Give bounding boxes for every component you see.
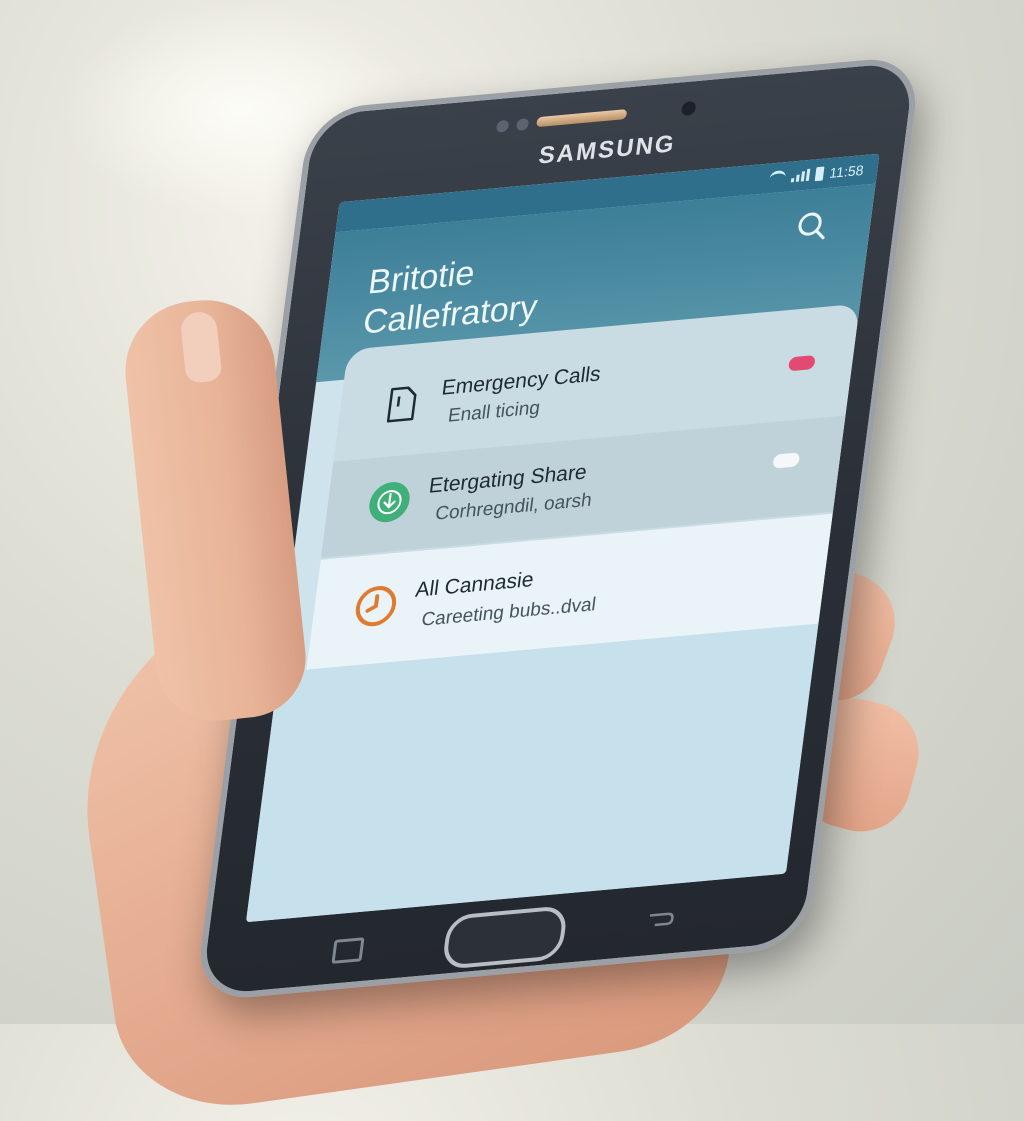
search-button[interactable] (793, 207, 831, 244)
list-item-title: All Cannasie (414, 568, 535, 602)
list-item-subtitle: Careeting bubs..dval (420, 594, 598, 631)
download-circle-icon (369, 482, 410, 523)
sensor-icon (495, 119, 510, 133)
wifi-icon (768, 169, 787, 186)
phone-screen: 11:58 Britotie Callefratory Emergency Ca… (245, 153, 880, 923)
list-item-subtitle: Enall ticing (446, 397, 542, 427)
phone-body: SAMSUNG 11:58 Britotie Callefratory Emer… (194, 54, 923, 1003)
back-icon[interactable] (644, 909, 676, 930)
sensor-icon (515, 117, 530, 132)
history-icon (355, 586, 397, 627)
recent-apps-button[interactable] (331, 937, 365, 964)
toggle-switch[interactable] (771, 451, 802, 470)
settings-list: Emergency Calls Enall ticing Etergating … (306, 303, 861, 871)
list-item-title: Emergency Calls (440, 362, 603, 400)
home-button[interactable] (441, 905, 569, 970)
front-camera-icon (680, 100, 697, 117)
earpiece-speaker (536, 109, 628, 128)
status-time: 11:58 (828, 161, 865, 181)
search-icon (798, 212, 825, 240)
toggle-switch[interactable] (787, 355, 816, 372)
empty-content-area (245, 623, 819, 923)
document-icon (386, 386, 417, 423)
battery-icon (814, 166, 825, 182)
signal-icon (790, 168, 811, 183)
smartphone: SAMSUNG 11:58 Britotie Callefratory Emer… (193, 52, 950, 1010)
